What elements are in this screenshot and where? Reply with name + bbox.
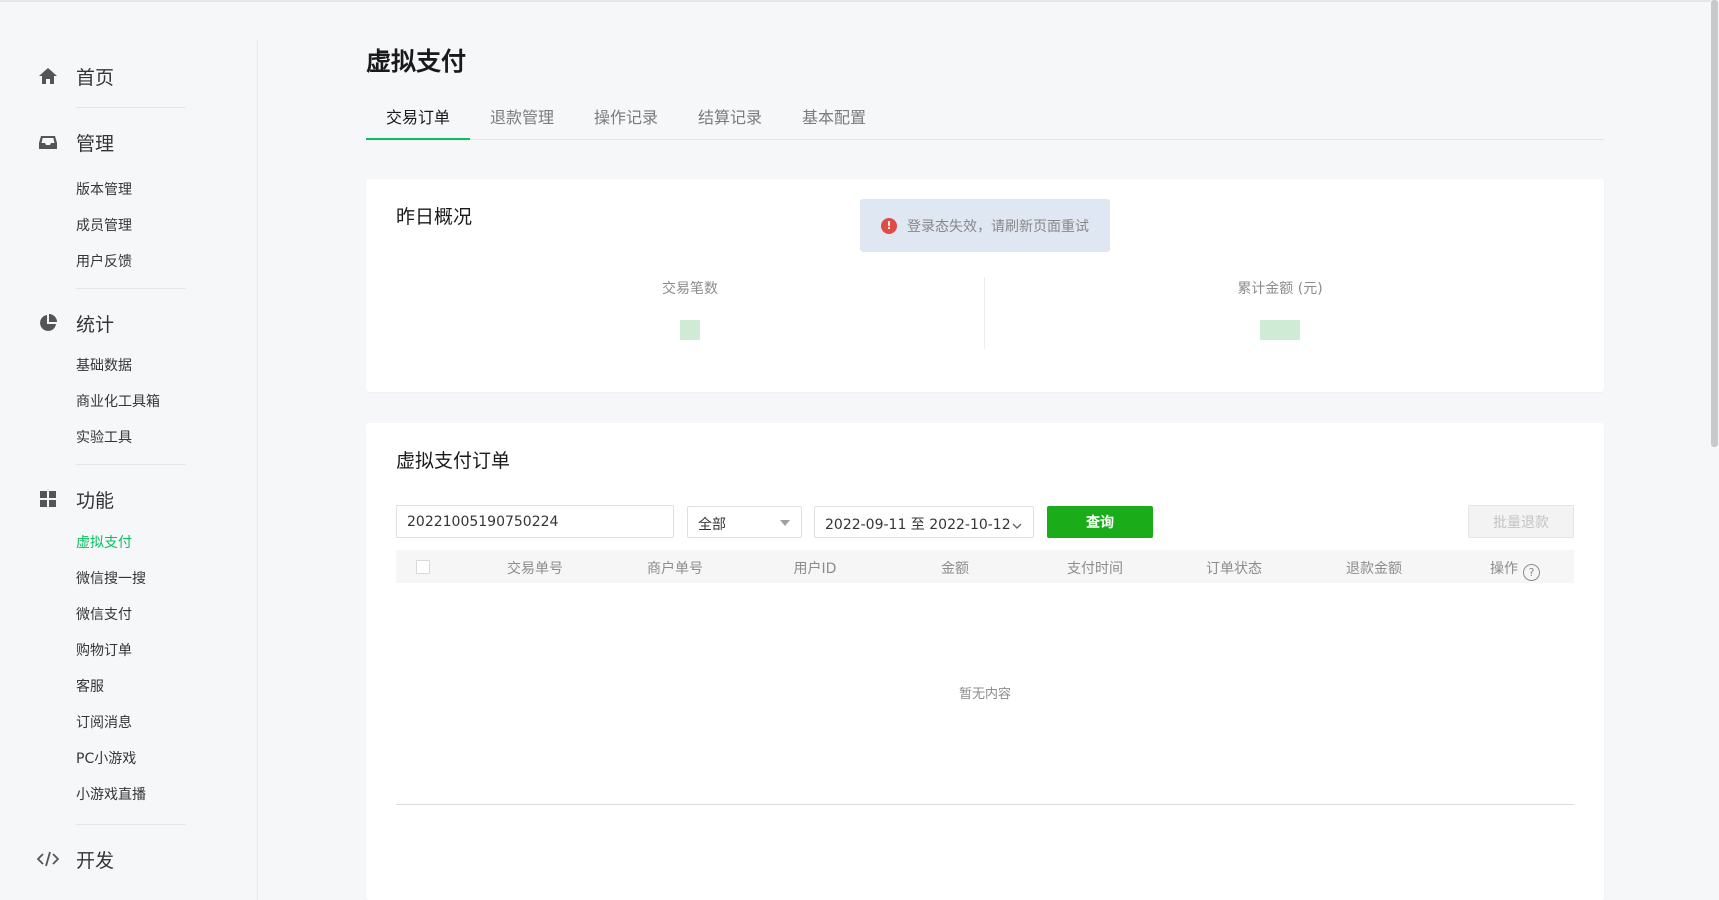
orders-table-header: 交易单号 商户单号 用户ID 金额 支付时间 订单状态 退款金额 操作?	[396, 550, 1574, 583]
overview-title: 昨日概况	[396, 206, 473, 228]
sidebar-item-minigame-live[interactable]: 小游戏直播	[76, 785, 146, 805]
empty-state-text: 暂无内容	[958, 687, 1011, 702]
column-header: 交易单号	[507, 561, 563, 577]
order-search-input[interactable]	[396, 505, 674, 538]
nav-home-label: 首页	[76, 66, 115, 89]
orders-title: 虚拟支付订单	[396, 450, 511, 472]
date-range-value: 2022-09-11 至 2022-10-12	[825, 517, 1011, 533]
sidebar-item-user-feedback[interactable]: 用户反馈	[76, 252, 132, 272]
nav-manage-label: 管理	[76, 132, 115, 155]
nav-stats-label: 统计	[76, 313, 115, 336]
sidebar-item-basic-data[interactable]: 基础数据	[76, 356, 132, 376]
sidebar-item-commercial-toolbox[interactable]: 商业化工具箱	[76, 392, 160, 412]
nav-divider	[76, 824, 186, 825]
page-title: 虚拟支付	[366, 47, 467, 76]
login-expired-toast: ! 登录态失效，请刷新页面重试	[860, 199, 1110, 252]
tab-operation-logs[interactable]: 操作记录	[574, 104, 678, 140]
batch-refund-button[interactable]: 批量退款	[1468, 505, 1574, 538]
tab-refund-management[interactable]: 退款管理	[470, 104, 574, 140]
column-header-actions: 操作?	[1470, 558, 1560, 581]
orders-card: 虚拟支付订单	[366, 423, 1604, 900]
inbox-icon	[36, 130, 60, 154]
table-bottom-border	[396, 804, 1574, 805]
stat-divider	[984, 277, 985, 349]
scrollbar-thumb[interactable]	[1711, 0, 1718, 447]
column-header: 操作	[1490, 561, 1518, 577]
warning-icon: !	[881, 217, 897, 234]
nav-divider	[76, 464, 186, 465]
column-header: 金额	[941, 561, 969, 577]
sidebar-item-wechat-pay[interactable]: 微信支付	[76, 605, 132, 625]
nav-dev[interactable]: 开发	[36, 845, 114, 873]
nav-divider	[76, 288, 186, 289]
stat-transactions-value-placeholder	[680, 320, 700, 340]
stat-amount-value-placeholder	[1260, 320, 1300, 340]
sidebar: 首页 管理 版本管理 成员管理 用户反馈 统计 基础数据 商业化工具箱 实验工具…	[0, 40, 258, 900]
tab-settlement-records[interactable]: 结算记录	[678, 104, 782, 140]
caret-down-icon	[780, 520, 790, 526]
column-header: 商户单号	[647, 561, 703, 577]
home-icon	[36, 64, 60, 88]
sidebar-item-virtual-payment[interactable]: 虚拟支付	[76, 533, 132, 553]
status-select-value: 全部	[698, 517, 726, 533]
column-header: 支付时间	[1067, 561, 1123, 577]
sidebar-item-pc-minigame[interactable]: PC小游戏	[76, 749, 136, 769]
date-range-picker[interactable]: 2022-09-11 至 2022-10-12	[814, 506, 1034, 538]
help-icon[interactable]: ?	[1523, 564, 1540, 581]
sidebar-item-wechat-search[interactable]: 微信搜一搜	[76, 569, 146, 589]
nav-divider	[76, 107, 186, 108]
nav-manage[interactable]: 管理	[36, 128, 114, 156]
sidebar-item-customer-service[interactable]: 客服	[76, 677, 104, 697]
select-all-checkbox[interactable]	[416, 560, 430, 574]
tab-basic-config[interactable]: 基本配置	[782, 104, 886, 140]
nav-dev-label: 开发	[76, 849, 115, 872]
chevron-down-icon	[1011, 517, 1023, 536]
pie-chart-icon	[36, 311, 60, 335]
column-header: 退款金额	[1346, 561, 1402, 577]
code-icon	[36, 847, 60, 871]
sidebar-item-subscription-messages[interactable]: 订阅消息	[76, 713, 132, 733]
nav-stats[interactable]: 统计	[36, 309, 114, 337]
nav-home[interactable]: 首页	[36, 62, 114, 90]
status-select[interactable]: 全部	[687, 506, 802, 538]
sidebar-item-experiment-tools[interactable]: 实验工具	[76, 428, 132, 448]
stat-amount-label: 累计金额 (元)	[1237, 281, 1323, 297]
sidebar-item-shopping-orders[interactable]: 购物订单	[76, 641, 132, 661]
column-header: 用户ID	[793, 561, 837, 577]
top-border	[0, 0, 1719, 2]
tab-transaction-orders[interactable]: 交易订单	[366, 104, 470, 140]
nav-features[interactable]: 功能	[36, 485, 114, 513]
query-button[interactable]: 查询	[1047, 506, 1153, 538]
sidebar-item-version-management[interactable]: 版本管理	[76, 180, 132, 200]
nav-features-label: 功能	[76, 489, 115, 512]
sidebar-item-member-management[interactable]: 成员管理	[76, 216, 132, 236]
grid-icon	[36, 487, 60, 511]
tab-bar: 交易订单 退款管理 操作记录 结算记录 基本配置	[366, 104, 1604, 140]
stat-transactions-label: 交易笔数	[662, 281, 718, 297]
toast-message: 登录态失效，请刷新页面重试	[907, 218, 1089, 235]
column-header: 订单状态	[1206, 561, 1262, 577]
